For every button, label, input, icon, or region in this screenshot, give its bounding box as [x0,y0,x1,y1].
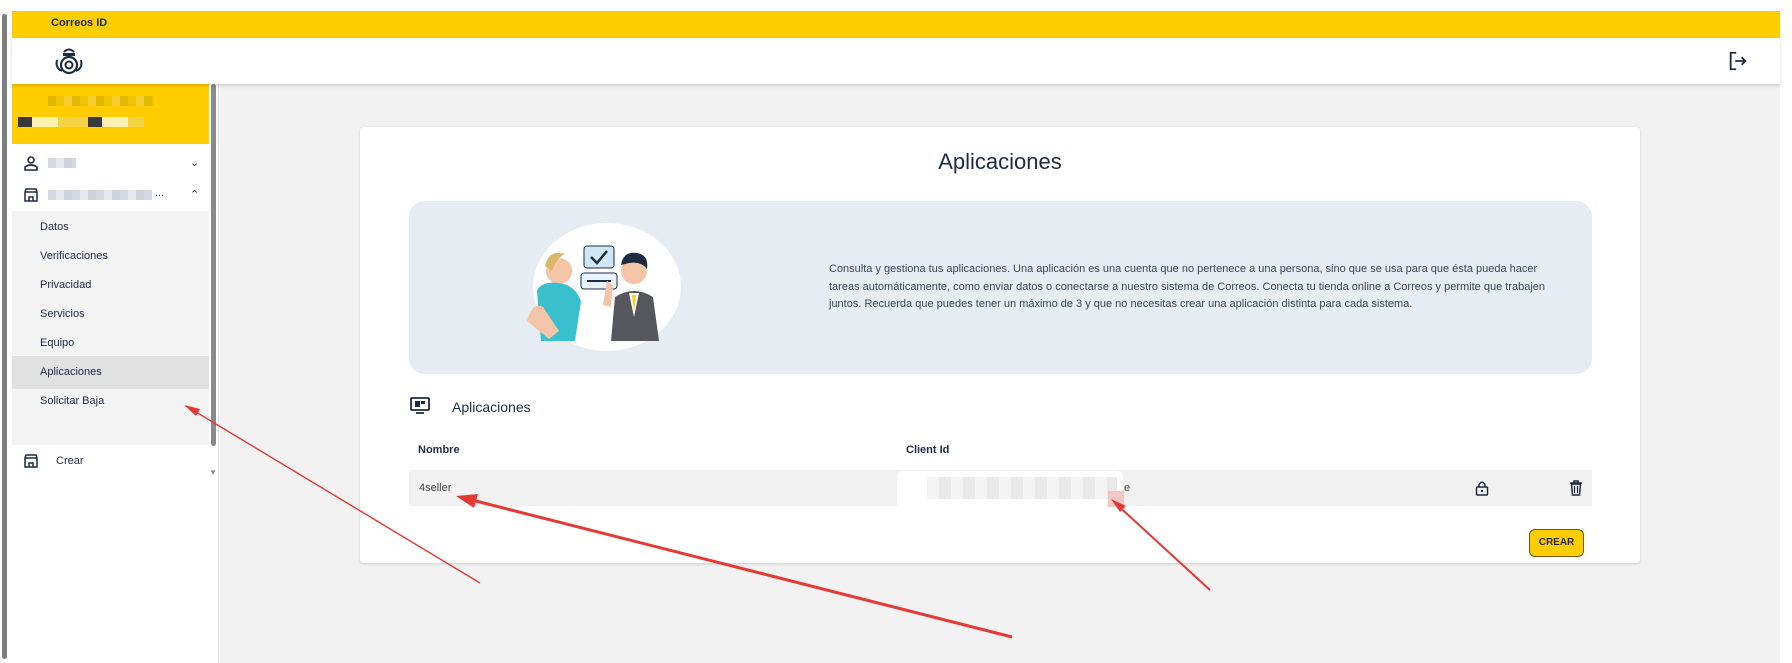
user-icon [24,155,38,171]
screenshot-frame: Correos ID ⌄ ... ⌃ Datos Verificaciones … [0,0,1792,663]
trash-icon[interactable] [1569,480,1583,496]
apps-monitor-icon [410,397,430,414]
redacted-user-name [48,158,76,168]
redacted-account-id [18,117,144,127]
people-illustration [527,223,681,351]
info-banner: Consulta y gestiona tus aplicaciones. Un… [409,201,1592,374]
top-bar: Correos ID [12,11,1780,38]
account-card[interactable] [12,84,209,144]
page-title: Aplicaciones [938,149,1062,174]
sidebar-item-crear[interactable]: Crear [12,445,209,478]
store-icon [24,454,38,468]
column-header-nombre[interactable]: Nombre [418,444,460,456]
info-text: Consulta y gestiona tus aplicaciones. Un… [829,263,1545,310]
create-application-button[interactable]: CREAR [1529,529,1584,557]
client-id-cell-redacted [897,471,1123,511]
client-id-visible-tail [1108,491,1124,507]
chevron-down-icon[interactable]: ⌄ [190,156,199,169]
redacted-account-name [48,96,154,106]
client-id-tail-char: e [1124,482,1131,494]
sidebar-item-solicitar-baja[interactable]: Solicitar Baja [12,385,209,418]
header [12,38,1780,84]
app-title: Correos ID [51,17,108,29]
section-title: Aplicaciones [452,399,531,415]
column-header-client-id[interactable]: Client Id [906,444,949,456]
sidebar-scrollbar[interactable] [211,84,216,446]
table-row[interactable]: 4seller e [409,470,1592,511]
sidebar-item-company[interactable]: ... ⌃ [12,178,209,211]
truncation-ellipsis: ... [155,187,165,199]
window-edge-scrollbar[interactable] [2,14,7,659]
sidebar: ⌄ ... ⌃ Datos Verificaciones Privacidad … [12,84,219,663]
redacted-client-id [927,477,1117,499]
company-submenu: Datos Verificaciones Privacidad Servicio… [12,211,209,445]
applications-card: Aplicaciones Consulta y gestiona tus apl… [360,127,1640,563]
sidebar-item-user[interactable]: ⌄ [12,146,209,179]
scroll-down-arrow-icon[interactable]: ▼ [209,468,217,477]
sidebar-crear-label: Crear [56,455,84,467]
logout-icon[interactable] [1727,50,1749,72]
store-icon [24,187,38,202]
lock-icon[interactable] [1475,480,1489,496]
correos-logo-icon[interactable] [53,46,85,78]
app-name-cell: 4seller [419,482,452,494]
redacted-company-name [48,190,152,200]
chevron-up-icon[interactable]: ⌃ [190,188,199,201]
